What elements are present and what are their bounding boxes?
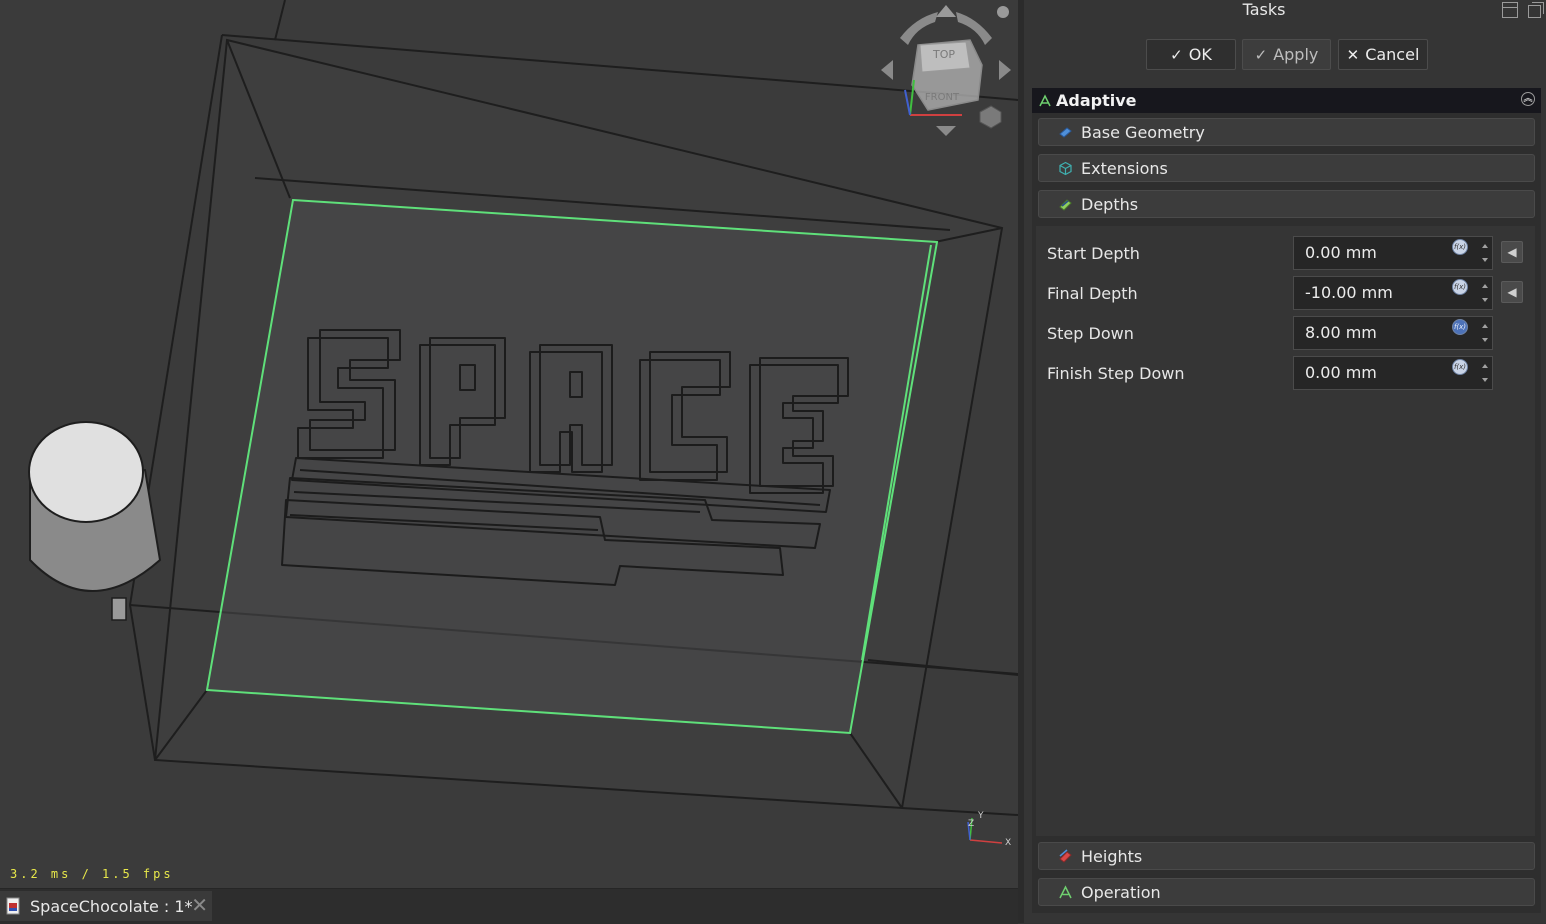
section-extensions-label: Extensions	[1081, 158, 1168, 178]
document-icon	[6, 897, 20, 915]
heights-icon	[1059, 848, 1072, 863]
section-depths[interactable]: Depths	[1038, 190, 1535, 218]
section-base-geometry[interactable]: Base Geometry	[1038, 118, 1535, 146]
axis-x-label: X	[1005, 838, 1011, 848]
task-panel: Tasks ✓ OK ✓ Apply ✕ Cancel Adaptive ︽ B…	[1024, 0, 1546, 923]
apply-button[interactable]: ✓ Apply	[1242, 39, 1331, 70]
adaptive-group-header[interactable]: Adaptive ︽	[1032, 88, 1541, 113]
rotate-right-arrow	[956, 12, 992, 45]
set-start-depth-button[interactable]: ◀	[1501, 241, 1523, 263]
final-depth-label: Final Depth	[1047, 284, 1138, 303]
finish-step-down-label: Finish Step Down	[1047, 364, 1185, 383]
axis-y-label: Y	[977, 811, 984, 821]
checkmark-icon: ✓	[1170, 45, 1183, 64]
ok-button-label: OK	[1188, 45, 1212, 64]
section-depths-label: Depths	[1081, 194, 1139, 214]
ok-button[interactable]: ✓ OK	[1146, 39, 1236, 70]
start-depth-stepper[interactable]	[1477, 236, 1493, 270]
expression-icon[interactable]: f(x)	[1452, 279, 1468, 295]
adaptive-group-body: Base Geometry Extensions Depths Start De…	[1032, 113, 1541, 913]
operation-icon	[1059, 884, 1072, 898]
close-icon[interactable]: ✕	[191, 894, 208, 916]
apply-button-label: Apply	[1273, 45, 1319, 64]
navcube-front-label: FRONT	[925, 92, 960, 103]
nav-down-arrow	[936, 126, 956, 136]
finish-step-down-stepper[interactable]	[1477, 356, 1493, 390]
nav-up-arrow	[936, 5, 956, 17]
cross-icon: ✕	[1346, 45, 1360, 64]
step-down-stepper[interactable]	[1477, 316, 1493, 350]
cutter-tool	[28, 421, 162, 621]
axis-z-label: Z	[968, 819, 974, 829]
section-operation[interactable]: Operation	[1038, 878, 1535, 906]
base-geometry-icon	[1059, 126, 1072, 138]
expression-icon[interactable]: f(x)	[1452, 359, 1468, 375]
collapse-icon[interactable]: ︽	[1521, 92, 1535, 106]
document-tab-label: SpaceChocolate : 1*	[30, 896, 193, 916]
start-depth-row: Start Depth 0.00 mm f(x) ◀	[1036, 236, 1535, 272]
depths-form: Start Depth 0.00 mm f(x) ◀ Final Depth -…	[1036, 226, 1535, 836]
step-down-row: Step Down 8.00 mm f(x)	[1036, 316, 1535, 352]
checkmark-icon: ✓	[1254, 45, 1268, 64]
extensions-cube-icon	[1059, 161, 1072, 175]
expression-icon[interactable]: f(x)	[1452, 239, 1468, 255]
nav-left-arrow	[881, 60, 893, 80]
fps-counter: 3.2 ms / 1.5 fps	[10, 867, 174, 881]
cancel-button[interactable]: ✕ Cancel	[1338, 39, 1428, 70]
final-depth-row: Final Depth -10.00 mm f(x) ◀	[1036, 276, 1535, 312]
document-tab[interactable]: SpaceChocolate : 1* ✕	[0, 891, 212, 921]
navcube-top-label: TOP	[932, 48, 955, 61]
nav-right-arrow	[999, 60, 1011, 80]
cancel-button-label: Cancel	[1365, 45, 1420, 64]
section-base-geometry-label: Base Geometry	[1081, 122, 1205, 142]
navigation-cube[interactable]: TOP FRONT	[881, 5, 1011, 136]
depths-icon	[1059, 198, 1072, 211]
section-heights-label: Heights	[1081, 846, 1143, 866]
adaptive-operation-icon	[1039, 93, 1051, 106]
final-depth-stepper[interactable]	[1477, 276, 1493, 310]
expression-icon[interactable]: f(x)	[1452, 319, 1468, 335]
3d-viewport[interactable]: TOP FRONT X Y Z 3.2 ms / 1.5 fps	[0, 0, 1018, 888]
task-panel-title: Tasks	[1242, 0, 1286, 19]
float-panel-icon[interactable]	[1502, 2, 1518, 18]
nav-menu-dot	[997, 6, 1009, 18]
axis-indicator: X Y Z	[967, 811, 1011, 848]
start-depth-label: Start Depth	[1047, 244, 1140, 263]
section-extensions[interactable]: Extensions	[1038, 154, 1535, 182]
section-operation-label: Operation	[1081, 882, 1161, 902]
set-final-depth-button[interactable]: ◀	[1501, 281, 1523, 303]
document-tab-bar: SpaceChocolate : 1* ✕	[0, 888, 1018, 924]
finish-step-down-row: Finish Step Down 0.00 mm f(x)	[1036, 356, 1535, 392]
undock-panel-icon[interactable]	[1528, 2, 1544, 18]
adaptive-group-title: Adaptive	[1056, 91, 1137, 110]
section-heights[interactable]: Heights	[1038, 842, 1535, 870]
step-down-label: Step Down	[1047, 324, 1134, 343]
rotate-left-arrow	[900, 12, 938, 45]
3d-scene[interactable]: TOP FRONT X Y Z	[0, 0, 1018, 888]
